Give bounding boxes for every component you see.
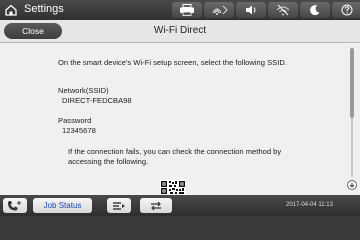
bottom-bar: Job Status 2017-04-04 11:13: [0, 195, 360, 216]
help-icon[interactable]: [332, 2, 360, 18]
switch-screen-button[interactable]: [140, 198, 172, 213]
screen-title: Wi-Fi Direct: [153, 25, 207, 36]
content-panel: On the smart device's Wi-Fi setup screen…: [0, 43, 360, 195]
clock-datetime: 2017-04-04 11:13: [286, 202, 333, 208]
network-ssid-value: DIRECT-FEDCBA98: [62, 96, 132, 105]
scrollbar[interactable]: [347, 43, 357, 195]
job-list-button[interactable]: [107, 198, 131, 213]
connection-fail-text-line2: accessing the following.: [68, 157, 149, 166]
network-ssid-label: Network(SSID): [58, 86, 109, 95]
sleep-moon-icon[interactable]: [300, 2, 330, 18]
app-title: Settings: [24, 3, 64, 15]
wifi-off-icon[interactable]: [268, 2, 298, 18]
phone-icon: [8, 201, 21, 211]
home-icon[interactable]: [3, 2, 19, 18]
list-icon: [113, 201, 125, 210]
screen-header: Close Wi-Fi Direct: [0, 20, 360, 43]
swap-arrows-icon: [151, 201, 161, 210]
arrow-down-icon: [349, 182, 355, 188]
password-value: 12345678: [62, 126, 96, 135]
volume-icon[interactable]: [236, 2, 266, 18]
fax-phone-button[interactable]: [3, 198, 27, 213]
qr-code-icon[interactable]: [160, 180, 186, 195]
connection-fail-text-line1: If the connection fails, you can check t…: [68, 147, 282, 156]
printer-icon[interactable]: [172, 2, 202, 18]
scroll-thumb[interactable]: [350, 48, 354, 118]
wifi-direct-icon[interactable]: [204, 2, 234, 18]
scroll-down-button[interactable]: [347, 180, 357, 190]
job-status-button[interactable]: Job Status: [33, 198, 92, 213]
password-label: Password: [58, 116, 92, 125]
status-icon-group: [172, 2, 360, 18]
instruction-text: On the smart device's Wi-Fi setup screen…: [58, 58, 287, 67]
top-status-bar: Settings: [0, 0, 360, 20]
